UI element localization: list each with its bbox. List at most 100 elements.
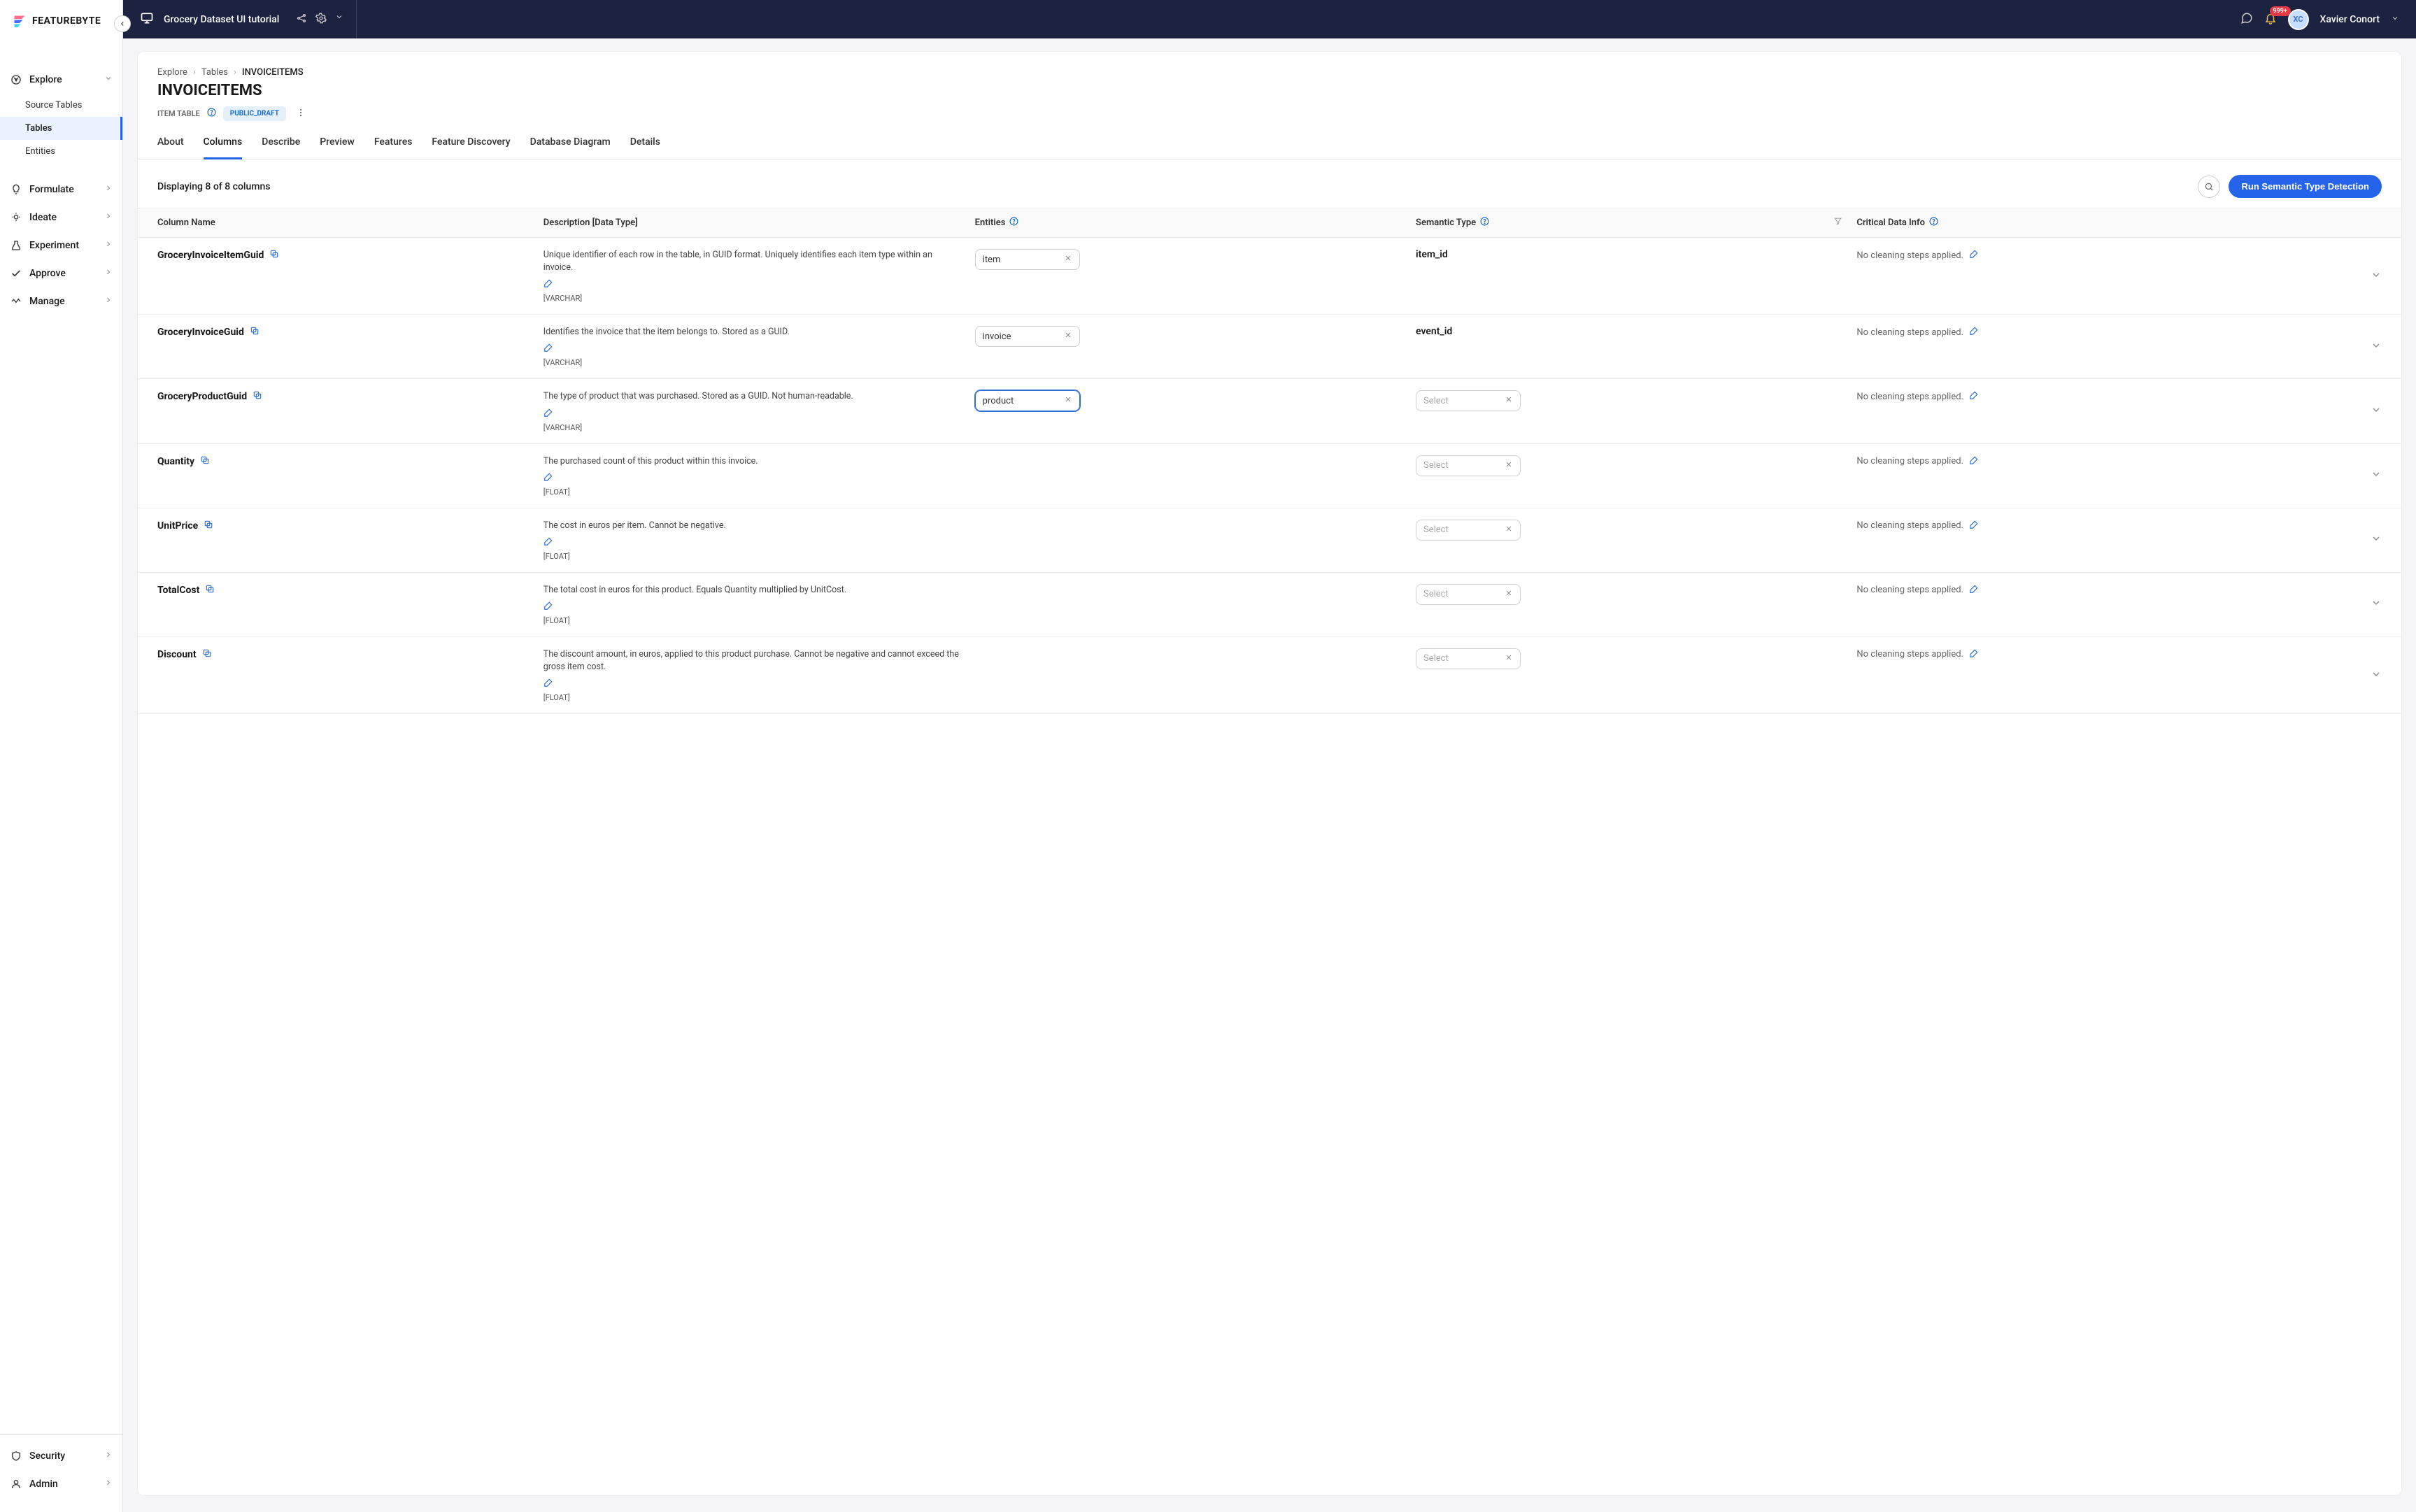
- nav-item-ideate[interactable]: Ideate: [0, 204, 122, 231]
- nav-item-label: Security: [29, 1450, 65, 1462]
- nav-sub-source-tables[interactable]: Source Tables: [0, 94, 122, 117]
- tab-database-diagram[interactable]: Database Diagram: [530, 136, 611, 159]
- info-icon[interactable]: [1009, 217, 1018, 229]
- tab-about[interactable]: About: [157, 136, 184, 159]
- approve-icon: [10, 267, 22, 280]
- edit-description-icon[interactable]: [543, 343, 961, 355]
- breadcrumb-explore[interactable]: Explore: [157, 67, 187, 78]
- run-semantic-type-detection-button[interactable]: Run Semantic Type Detection: [2229, 175, 2382, 198]
- expand-row-button[interactable]: [2371, 601, 2382, 611]
- semantic-type-select[interactable]: Select: [1416, 455, 1521, 476]
- critical-data-info-text: No cleaning steps applied.: [1856, 456, 1963, 466]
- edit-cdi-icon[interactable]: [1969, 249, 1979, 262]
- tab-feature-discovery[interactable]: Feature Discovery: [432, 136, 510, 159]
- copy-icon[interactable]: [205, 584, 215, 597]
- logo-mark-icon: [11, 13, 28, 29]
- tab-columns[interactable]: Columns: [204, 136, 243, 159]
- info-icon[interactable]: [1480, 217, 1489, 229]
- clear-icon[interactable]: [1064, 395, 1072, 406]
- info-icon[interactable]: [207, 108, 216, 120]
- critical-data-info-text: No cleaning steps applied.: [1856, 520, 1963, 531]
- expand-row-button[interactable]: [2371, 536, 2382, 547]
- tab-details[interactable]: Details: [630, 136, 660, 159]
- copy-icon[interactable]: [250, 326, 260, 338]
- chat-icon[interactable]: [2240, 12, 2253, 27]
- expand-row-button[interactable]: [2371, 672, 2382, 683]
- nav-sub-entities[interactable]: Entities: [0, 140, 122, 163]
- clear-icon[interactable]: [1505, 653, 1513, 664]
- clear-icon[interactable]: [1064, 254, 1072, 265]
- nav-item-security[interactable]: Security: [0, 1442, 122, 1470]
- copy-icon[interactable]: [200, 455, 210, 468]
- edit-description-icon[interactable]: [543, 678, 961, 690]
- search-button[interactable]: [2198, 176, 2220, 198]
- semantic-type-select[interactable]: Select: [1416, 648, 1521, 669]
- breadcrumb: Explore › Tables › INVOICEITEMS: [157, 67, 2382, 78]
- expand-row-button[interactable]: [2371, 472, 2382, 483]
- edit-cdi-icon[interactable]: [1969, 455, 1979, 468]
- gear-icon[interactable]: [315, 13, 327, 27]
- tab-describe[interactable]: Describe: [262, 136, 300, 159]
- clear-icon[interactable]: [1505, 460, 1513, 471]
- semantic-type-value: item_id: [1416, 249, 1448, 260]
- nav-item-label: Experiment: [29, 240, 79, 251]
- chevron-down-icon[interactable]: [2391, 14, 2399, 25]
- nav-item-admin[interactable]: Admin: [0, 1470, 122, 1498]
- project-name[interactable]: Grocery Dataset UI tutorial: [164, 14, 279, 25]
- nav-sub-tables[interactable]: Tables: [0, 117, 122, 140]
- header-semantic-type: Semantic Type: [1416, 217, 1476, 228]
- entity-select[interactable]: product: [975, 390, 1080, 411]
- share-icon[interactable]: [296, 13, 307, 27]
- breadcrumb-current: INVOICEITEMS: [242, 67, 304, 78]
- tab-features[interactable]: Features: [374, 136, 413, 159]
- chevron-down-icon[interactable]: [335, 13, 343, 27]
- nav-item-explore[interactable]: Explore: [0, 66, 122, 94]
- edit-cdi-icon[interactable]: [1969, 520, 1979, 532]
- edit-cdi-icon[interactable]: [1969, 584, 1979, 597]
- edit-description-icon[interactable]: [543, 408, 961, 420]
- chevron-right-icon: [104, 296, 113, 307]
- filter-icon[interactable]: [1833, 217, 1842, 229]
- breadcrumb-tables[interactable]: Tables: [201, 67, 228, 78]
- column-description: The cost in euros per item. Cannot be ne…: [543, 520, 961, 532]
- edit-description-icon[interactable]: [543, 472, 961, 485]
- clear-icon[interactable]: [1505, 395, 1513, 406]
- nav-item-label: Explore: [29, 74, 62, 85]
- clear-icon[interactable]: [1064, 331, 1072, 342]
- notifications-button[interactable]: 999+: [2264, 12, 2277, 27]
- collapse-sidebar-button[interactable]: [114, 15, 131, 32]
- expand-row-button[interactable]: [2371, 408, 2382, 418]
- user-name[interactable]: Xavier Conort: [2320, 14, 2380, 25]
- semantic-type-select[interactable]: Select: [1416, 584, 1521, 605]
- copy-icon[interactable]: [202, 648, 212, 661]
- brand-logo[interactable]: FEATUREBYTE: [0, 0, 122, 38]
- column-name: Quantity: [157, 456, 194, 467]
- nav-item-approve[interactable]: Approve: [0, 259, 122, 287]
- edit-description-icon[interactable]: [543, 601, 961, 613]
- nav-item-experiment[interactable]: Experiment: [0, 231, 122, 259]
- nav-item-manage[interactable]: Manage: [0, 287, 122, 315]
- nav-item-formulate[interactable]: Formulate: [0, 176, 122, 204]
- info-icon[interactable]: [1929, 217, 1938, 229]
- critical-data-info-text: No cleaning steps applied.: [1856, 649, 1963, 659]
- edit-cdi-icon[interactable]: [1969, 390, 1979, 403]
- clear-icon[interactable]: [1505, 525, 1513, 536]
- clear-icon[interactable]: [1505, 589, 1513, 600]
- more-menu-button[interactable]: [293, 108, 308, 120]
- tab-preview[interactable]: Preview: [320, 136, 355, 159]
- expand-row-button[interactable]: [2371, 343, 2382, 354]
- data-type-label: [VARCHAR]: [543, 423, 961, 432]
- edit-cdi-icon[interactable]: [1969, 648, 1979, 661]
- semantic-type-select[interactable]: Select: [1416, 390, 1521, 411]
- semantic-type-select[interactable]: Select: [1416, 520, 1521, 541]
- edit-cdi-icon[interactable]: [1969, 326, 1979, 338]
- edit-description-icon[interactable]: [543, 278, 961, 291]
- copy-icon[interactable]: [253, 390, 262, 403]
- edit-description-icon[interactable]: [543, 536, 961, 549]
- copy-icon[interactable]: [269, 249, 279, 262]
- entity-select[interactable]: item: [975, 249, 1080, 270]
- entity-select[interactable]: invoice: [975, 326, 1080, 347]
- copy-icon[interactable]: [204, 520, 213, 532]
- expand-row-button[interactable]: [2371, 273, 2382, 283]
- avatar[interactable]: XC: [2288, 9, 2309, 30]
